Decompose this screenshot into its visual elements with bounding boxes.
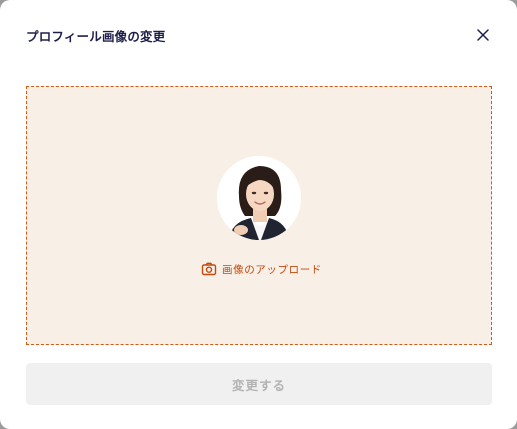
image-dropzone[interactable]: 画像のアップロード xyxy=(26,86,492,345)
dialog-title: プロフィール画像の変更 xyxy=(26,29,166,44)
profile-photo xyxy=(217,156,301,240)
camera-icon xyxy=(201,261,217,277)
close-icon xyxy=(477,29,489,41)
avatar xyxy=(217,156,301,240)
profile-image-dialog: プロフィール画像の変更 画像のアップロード 変更する xyxy=(0,0,517,429)
close-button[interactable] xyxy=(472,24,494,46)
upload-image-label: 画像のアップロード xyxy=(222,263,322,276)
submit-change-button[interactable]: 変更する xyxy=(26,363,492,405)
upload-image-button[interactable]: 画像のアップロード xyxy=(201,260,322,278)
